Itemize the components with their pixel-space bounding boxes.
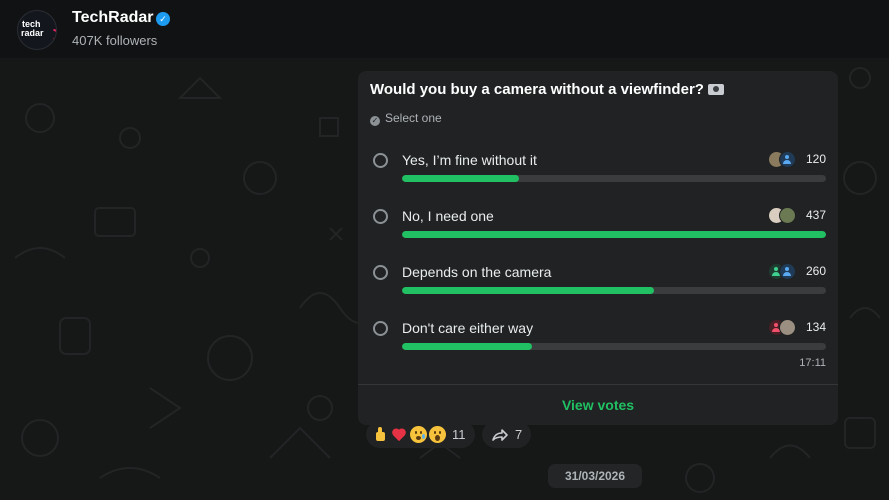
forwards-count: 7 xyxy=(515,427,523,442)
poll-option-label: No, I need one xyxy=(402,208,494,224)
surprised-face-icon xyxy=(429,426,446,443)
verified-badge-icon: ✓ xyxy=(156,12,170,26)
poll-question-text: Would you buy a camera without a viewfin… xyxy=(370,81,704,98)
voter-avatar xyxy=(779,151,796,168)
poll-progress-track xyxy=(402,287,826,294)
poll-option-count: 260 xyxy=(805,264,826,278)
poll-progress-track xyxy=(402,231,826,238)
forward-arrow-icon xyxy=(492,428,508,441)
poll-option[interactable]: Don't care either way 134 xyxy=(358,315,838,361)
radio-button[interactable] xyxy=(373,153,388,168)
signal-icon xyxy=(45,26,56,43)
message-time: 17:11 xyxy=(799,357,826,369)
radio-button[interactable] xyxy=(373,265,388,280)
poll-progress-fill xyxy=(402,343,533,350)
poll-progress-track xyxy=(402,175,826,182)
voter-avatars xyxy=(768,207,798,225)
voter-avatar xyxy=(779,319,796,336)
poll-option-label: Depends on the camera xyxy=(402,264,552,280)
view-votes-button[interactable]: View votes xyxy=(358,385,838,425)
thumbs-up-icon xyxy=(372,426,389,443)
poll-option-count: 120 xyxy=(805,152,826,166)
channel-name[interactable]: TechRadar xyxy=(72,9,154,27)
logo-text-line2: radar xyxy=(21,28,44,38)
poll-progress-fill xyxy=(402,231,826,238)
voter-avatars xyxy=(768,263,798,281)
poll-progress-fill xyxy=(402,175,519,182)
poll-instruction: ✓ Select one xyxy=(370,111,442,126)
poll-progress-fill xyxy=(402,287,655,294)
poll-instruction-text: Select one xyxy=(385,111,442,125)
poll-card: Would you buy a camera without a viewfin… xyxy=(358,71,838,425)
voter-avatars xyxy=(768,319,798,337)
poll-option-count: 134 xyxy=(805,320,826,334)
crying-face-icon xyxy=(410,426,427,443)
forwards-pill[interactable]: 7 xyxy=(482,421,532,448)
channel-avatar[interactable]: tech radar xyxy=(17,10,57,50)
camera-icon xyxy=(707,84,724,95)
reactions-pill[interactable]: 11 xyxy=(366,421,475,448)
radio-button[interactable] xyxy=(373,209,388,224)
red-heart-icon xyxy=(391,426,408,443)
poll-option[interactable]: No, I need one 437 xyxy=(358,203,838,249)
poll-option-count: 437 xyxy=(805,208,826,222)
poll-progress-track xyxy=(402,343,826,350)
check-circle-icon: ✓ xyxy=(370,116,380,126)
followers-count: 407K followers xyxy=(72,33,158,48)
reactions-count: 11 xyxy=(452,427,466,442)
date-separator: 31/03/2026 xyxy=(548,464,642,488)
poll-question: Would you buy a camera without a viewfin… xyxy=(370,81,724,98)
voter-avatars xyxy=(768,151,798,169)
channel-header: tech radar TechRadar ✓ 407K followers xyxy=(0,0,889,58)
poll-option[interactable]: Yes, I’m fine without it 120 xyxy=(358,147,838,193)
poll-option[interactable]: Depends on the camera 260 xyxy=(358,259,838,305)
voter-avatar xyxy=(779,207,796,224)
voter-avatar xyxy=(779,263,796,280)
poll-option-label: Don't care either way xyxy=(402,320,534,336)
poll-option-label: Yes, I’m fine without it xyxy=(402,152,537,168)
radio-button[interactable] xyxy=(373,321,388,336)
